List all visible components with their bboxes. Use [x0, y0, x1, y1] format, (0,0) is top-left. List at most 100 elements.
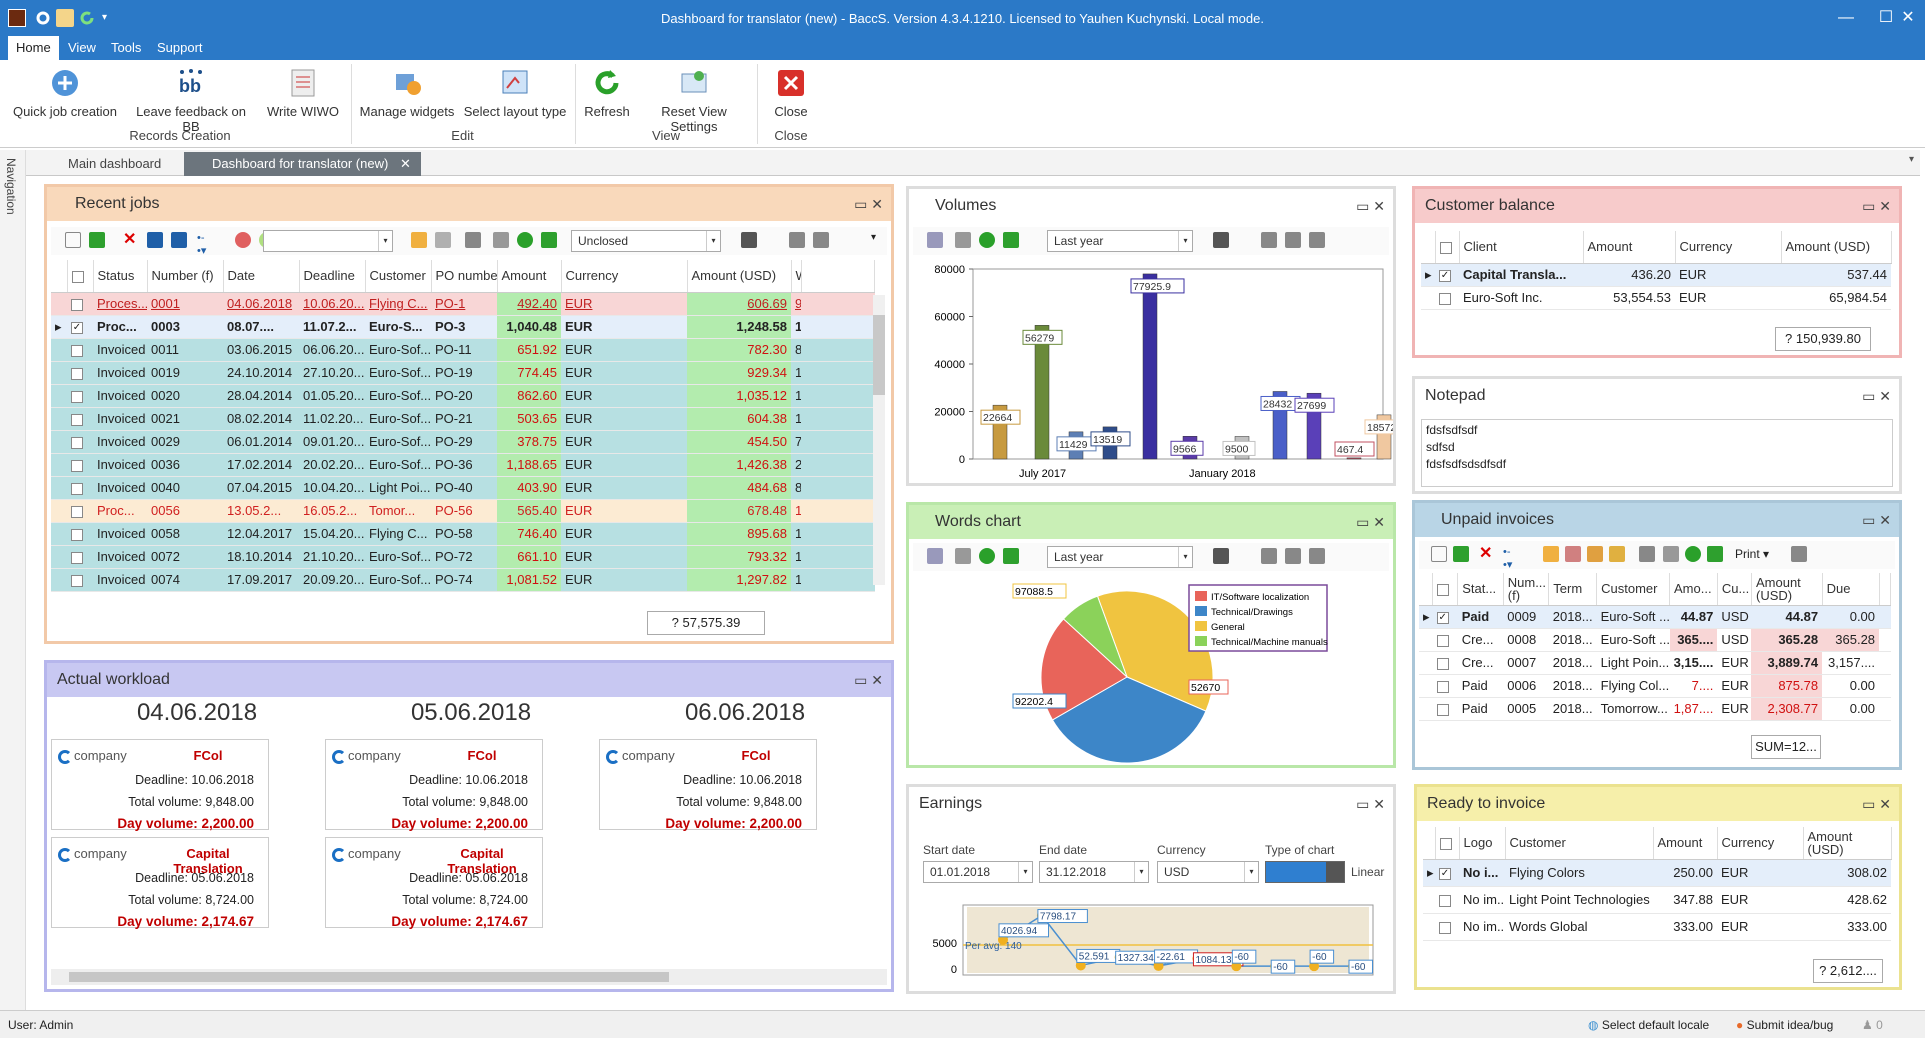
col-currency[interactable]: Cu...	[1717, 573, 1752, 606]
notifications-button[interactable]: ♟ 0	[1862, 1011, 1883, 1038]
table-row[interactable]: Cre... 0007 2018... Light Poin... 3,15.... EU…	[1419, 651, 1891, 675]
tab-main-dashboard[interactable]: Main dashboard	[40, 152, 171, 176]
table-row[interactable]: ▸ ✓ No i... Flying Colors 250.00 EUR 308.02	[1423, 859, 1891, 887]
panel-controls-icon[interactable]: ▭ ✕	[854, 663, 883, 697]
select-layout-button[interactable]: Select layout type	[462, 66, 568, 124]
end-date-input[interactable]: 31.12.2018 ▾	[1039, 861, 1149, 883]
chart-type-toggle[interactable]	[1265, 861, 1345, 883]
table-row[interactable]: Invoiced 0058 12.04.2017 15.04.20... Flying …	[51, 522, 875, 546]
table-row[interactable]: No im... Words Global 333.00 EUR 333.00	[1423, 913, 1891, 941]
folder-open-icon[interactable]	[1543, 546, 1559, 562]
panel-controls-icon[interactable]: ▭ ✕	[1356, 505, 1385, 539]
workload-card[interactable]: company Capital Translation Deadline: 05.0…	[51, 837, 269, 929]
submit-idea-button[interactable]: ● Submit idea/bug	[1736, 1011, 1833, 1038]
start-date-input[interactable]: 01.01.2018 ▾	[923, 861, 1033, 883]
row-checkbox[interactable]	[71, 390, 83, 403]
select-all-checkbox[interactable]	[1435, 231, 1460, 264]
more-icon[interactable]: ▾	[871, 232, 887, 248]
reset-view-settings-button[interactable]: Reset View Settings	[638, 66, 750, 134]
search-dropdown-icon[interactable]: ▾	[378, 231, 392, 251]
settings-small-icon[interactable]	[493, 232, 509, 248]
camera-icon[interactable]	[1261, 548, 1277, 564]
save-icon[interactable]	[1213, 548, 1229, 564]
panel-controls-icon[interactable]: ▭ ✕	[1862, 787, 1891, 821]
words-period-select[interactable]: Last year ▾	[1047, 546, 1193, 568]
row-checkbox[interactable]: ✓	[1439, 269, 1451, 282]
panel-controls-icon[interactable]: ▭ ✕	[1862, 189, 1891, 223]
select-all-checkbox[interactable]	[1432, 573, 1459, 606]
col-amount-usd[interactable]: Amount (USD)	[687, 260, 792, 293]
notepad-textarea[interactable]: fdsfsdfsdf sdfsd fdsfsdfsdsdfsdf	[1421, 419, 1893, 487]
delete-icon[interactable]: ✕	[1479, 546, 1495, 562]
workload-scrollbar[interactable]	[51, 969, 887, 985]
save-icon[interactable]	[741, 232, 757, 248]
table-row[interactable]: Paid 0006 2018... Flying Col... 7.... EUR 875.…	[1419, 674, 1891, 698]
col-date[interactable]: Date	[223, 260, 300, 293]
workload-card[interactable]: company Capital Translation Deadline: 05.0…	[325, 837, 543, 929]
print-icon[interactable]	[1285, 548, 1301, 564]
col-deadline[interactable]: Deadline	[299, 260, 366, 293]
row-checkbox[interactable]	[71, 459, 83, 472]
select-all-checkbox[interactable]	[67, 260, 94, 293]
status-filter-select[interactable]: Unclosed ▾	[571, 230, 721, 252]
table-row[interactable]: Invoiced 0021 08.02.2014 11.02.20... Euro-So…	[51, 407, 875, 431]
print-icon[interactable]	[1791, 546, 1807, 562]
col-customer[interactable]: Customer	[1505, 827, 1654, 860]
locale-button[interactable]: ◍ Select default locale	[1588, 1011, 1709, 1038]
col-customer[interactable]: Customer	[365, 260, 432, 293]
col-number[interactable]: Num... (f)	[1503, 573, 1550, 606]
close-tab-icon[interactable]: ✕	[400, 156, 411, 171]
refresh-button[interactable]: Refresh	[582, 66, 632, 124]
currency-dropdown-icon[interactable]: ▾	[1244, 862, 1258, 882]
row-checkbox[interactable]	[1436, 657, 1449, 670]
print-icon[interactable]	[813, 232, 829, 248]
stop-icon[interactable]	[235, 232, 251, 248]
navigation-sidebar[interactable]: Navigation	[0, 150, 26, 1010]
row-checkbox[interactable]	[1436, 680, 1449, 693]
row-checkbox[interactable]	[71, 482, 83, 495]
col-weight-volume[interactable]: Weight volume	[791, 260, 802, 293]
row-checkbox[interactable]	[1439, 921, 1451, 934]
col-number[interactable]: Number (f)	[147, 260, 224, 293]
search-input[interactable]: ▾	[263, 230, 393, 252]
quick-job-creation-button[interactable]: Quick job creation	[10, 66, 120, 124]
row-checkbox[interactable]	[71, 528, 83, 541]
col-amount[interactable]: Amount	[497, 260, 562, 293]
col-status[interactable]: Status	[93, 260, 148, 293]
col-customer[interactable]: Customer	[1596, 573, 1670, 606]
table-row[interactable]: ▸ ✓ Capital Transla... 436.20 EUR 537.44	[1421, 263, 1891, 287]
refresh-small-icon[interactable]	[517, 232, 533, 248]
recent-jobs-scrollbar[interactable]	[873, 295, 885, 585]
row-checkbox[interactable]	[71, 505, 83, 518]
col-currency[interactable]: Currency	[561, 260, 688, 293]
col-currency[interactable]: Currency	[1675, 231, 1782, 264]
row-checkbox[interactable]	[1439, 894, 1451, 907]
row-checkbox[interactable]: ✓	[1436, 611, 1449, 624]
table-row[interactable]: ▸ ✓ Paid 0009 2018... Euro-Soft ... 44.87 USD 44…	[1419, 605, 1891, 629]
zoom-icon[interactable]	[927, 232, 943, 248]
panel-controls-icon[interactable]: ▭ ✕	[1356, 787, 1385, 821]
volumes-period-select[interactable]: Last year ▾	[1047, 230, 1193, 252]
print-menu-button[interactable]: Print ▾	[1735, 547, 1769, 561]
export-icon[interactable]	[1003, 232, 1019, 248]
row-checkbox[interactable]	[71, 436, 83, 449]
cube-icon[interactable]	[147, 232, 163, 248]
table-row[interactable]: Proc... 0056 13.05.2... 16.05.2... Tomor... P…	[51, 499, 875, 523]
zoom-icon[interactable]	[927, 548, 943, 564]
row-checkbox[interactable]	[71, 367, 83, 380]
table-row[interactable]: Invoiced 0029 06.01.2014 09.01.20... Euro-So…	[51, 430, 875, 454]
table-row[interactable]: Invoiced 0011 03.06.2015 06.06.20... Euro-So…	[51, 338, 875, 362]
row-checkbox[interactable]: ✓	[1439, 867, 1451, 880]
col-po-number[interactable]: PO number	[431, 260, 498, 293]
refresh-small-icon[interactable]	[979, 548, 995, 564]
invoice-icon[interactable]	[1609, 546, 1625, 562]
col-amount[interactable]: Amo...	[1669, 573, 1718, 606]
new-icon[interactable]	[65, 232, 81, 248]
settings-small-icon[interactable]	[955, 548, 971, 564]
save-icon[interactable]	[1213, 232, 1229, 248]
new-icon[interactable]	[1431, 546, 1447, 562]
table-row[interactable]: Invoiced 0020 28.04.2014 01.05.20... Euro-So…	[51, 384, 875, 408]
manage-widgets-button[interactable]: Manage widgets	[357, 66, 457, 124]
row-checkbox[interactable]	[71, 574, 83, 587]
table-row[interactable]: Invoiced 0036 17.02.2014 20.02.20... Euro-So…	[51, 453, 875, 477]
